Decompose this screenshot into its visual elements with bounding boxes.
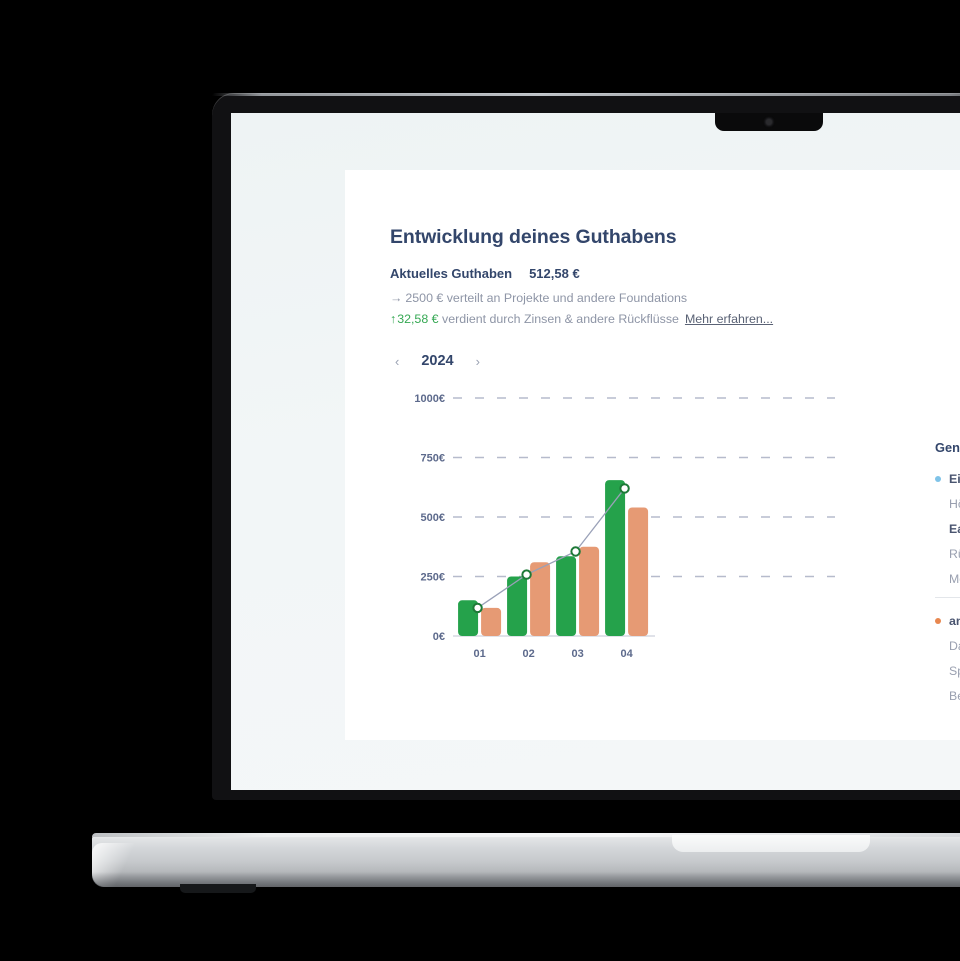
laptop-base-notch <box>672 835 870 852</box>
trend-line <box>477 488 626 609</box>
distributed-summary: → 2500 € verteilt an Projekte und andere … <box>390 291 687 305</box>
laptop-foot <box>180 884 256 893</box>
legend-item: Earnings <box>949 522 960 536</box>
year-label: 2024 <box>421 353 454 369</box>
legend-group-label: Einzahlungen <box>949 472 960 486</box>
trend-line-marker <box>521 569 532 580</box>
chart-legend-panel: General overview Einzahlungen Höhe Spende… <box>935 440 960 714</box>
laptop-screen: Entwicklung deines Guthabens Aktuelles G… <box>231 113 960 790</box>
balance-card: Entwicklung deines Guthabens Aktuelles G… <box>345 170 960 740</box>
camera-icon <box>766 119 772 125</box>
legend-item: Spenden <box>949 664 960 678</box>
legend-title: General overview <box>935 440 960 455</box>
year-navigator: ‹ 2024 › <box>395 353 480 369</box>
bar-einzahlungen <box>458 600 479 636</box>
earnings-summary: ↑32,58 € verdient durch Zinsen & andere … <box>390 312 773 326</box>
y-axis-tick-label: 500€ <box>421 512 445 524</box>
current-balance-row: Aktuelles Guthaben 512,58 € <box>390 266 580 281</box>
balance-label: Aktuelles Guthaben <box>390 266 513 281</box>
legend-item: Höhe Spendenbescheinigung <box>949 497 960 511</box>
bar-einzahlungen <box>556 556 577 636</box>
y-axis-tick-label: 250€ <box>421 572 445 584</box>
screenshot-canvas: Entwicklung deines Guthabens Aktuelles G… <box>0 0 960 961</box>
trend-line-marker <box>570 546 581 557</box>
x-axis-tick-label: 04 <box>620 648 633 660</box>
legend-divider <box>935 597 960 598</box>
legend-item: Darlehen <box>949 639 960 653</box>
balance-value: 512,58 € <box>529 266 580 281</box>
x-axis-tick-label: 03 <box>571 648 583 660</box>
chevron-right-icon[interactable]: › <box>476 354 480 369</box>
legend-item: Monthly interest from account <box>949 572 960 586</box>
legend-group-heading: an Organisationen und Projekte <box>935 614 960 628</box>
bar-ausschuettungen <box>628 507 649 636</box>
bar-einzahlungen <box>507 576 528 636</box>
legend-item: Rückflüsse aus Finaznzanlagen <box>949 547 960 561</box>
page-title: Entwicklung deines Guthabens <box>390 226 677 248</box>
laptop-lid-edge <box>212 93 960 96</box>
legend-groups: Einzahlungen Höhe Spendenbescheinigung Ear… <box>935 472 960 703</box>
y-axis-tick-label: 0€ <box>433 631 445 643</box>
bar-einzahlungen <box>605 480 626 636</box>
distributed-text: 2500 € verteilt an Projekte und andere F… <box>405 291 688 305</box>
balance-bar-chart: 0€ 250€ 500€ 750€ 1000€ 01 02 03 04 <box>414 393 835 660</box>
bar-ausschuettungen <box>579 546 600 636</box>
more-info-link[interactable]: Mehr erfahren... <box>685 312 773 326</box>
legend-group-heading: Einzahlungen <box>935 472 960 486</box>
legend-dot-icon <box>935 476 941 482</box>
earnings-amount: 32,58 € <box>397 312 439 326</box>
trend-line-marker <box>619 483 630 494</box>
x-axis-tick-label: 02 <box>522 648 534 660</box>
bar-ausschuettungen <box>530 562 551 636</box>
x-axis-tick-label: 01 <box>473 648 485 660</box>
chevron-left-icon[interactable]: ‹ <box>395 354 399 369</box>
legend-dot-icon <box>935 618 941 624</box>
bar-ausschuettungen <box>481 607 502 636</box>
arrow-up-icon: ↑ <box>390 312 397 326</box>
arrow-right-icon: → <box>390 291 403 305</box>
y-axis-tick-label: 750€ <box>421 453 445 465</box>
y-axis-tick-label: 1000€ <box>414 393 445 405</box>
legend-group-label: an Organisationen und Projekte <box>949 614 960 628</box>
legend-item: Beteiligungen <box>949 689 960 703</box>
earnings-text: verdient durch Zinsen & andere Rückflüss… <box>442 312 679 326</box>
trend-line-marker <box>472 602 483 614</box>
